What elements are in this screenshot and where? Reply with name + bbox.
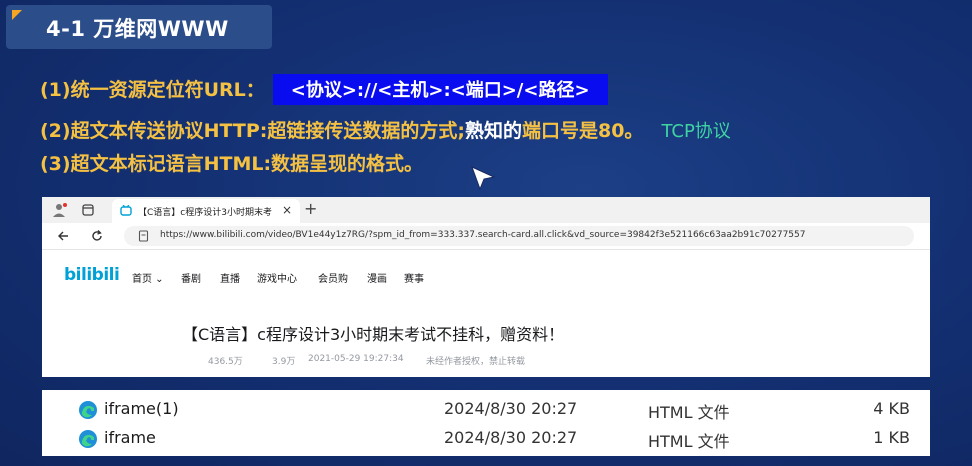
tab-active[interactable]: 【C语言】c程序设计3小时期末考 × xyxy=(112,199,300,223)
file-date: 2024/8/30 20:27 xyxy=(444,399,578,418)
line-http-part1: (2)超文本传送协议HTTP:超链接传送数据的方式; xyxy=(40,120,465,142)
slide-title: 4-1 万维网WWW xyxy=(46,17,229,41)
file-date: 2024/8/30 20:27 xyxy=(444,428,578,447)
tab-actions-icon[interactable] xyxy=(82,204,94,216)
title-corner-mark xyxy=(12,10,22,20)
file-name: iframe(1) xyxy=(104,399,179,418)
publish-date: 2021-05-29 19:27:34 xyxy=(308,354,404,364)
edge-browser-icon xyxy=(79,430,97,448)
line-url-prefix: (1)统一资源定位符URL： xyxy=(40,79,265,101)
url-format-box: <协议>://<主机>:<端口>/<路径> xyxy=(272,74,608,105)
page-info-icon[interactable] xyxy=(138,230,149,242)
line-html: (3)超文本标记语言HTML:数据呈现的格式。 xyxy=(40,153,424,175)
tab-bar: 【C语言】c程序设计3小时期末考 × + xyxy=(42,197,930,223)
video-title: 【C语言】c程序设计3小时期末考试不挂科，赠资料！ xyxy=(182,325,565,344)
line-http-part2: 熟知的 xyxy=(464,120,522,142)
site-nav: bilibili 首页 ⌄ 番剧 直播 游戏中心 会员购 漫画 赛事 xyxy=(42,261,930,291)
tcp-note: TCP协议 xyxy=(661,121,731,142)
file-type: HTML 文件 xyxy=(648,403,730,422)
line-http-part3: 端口号是80。 xyxy=(521,120,644,142)
bilibili-logo[interactable]: bilibili xyxy=(64,265,120,285)
cursor-arrow-icon xyxy=(471,166,496,191)
tab-close-icon[interactable]: × xyxy=(282,203,292,217)
file-name: iframe xyxy=(104,428,156,447)
nav-esports[interactable]: 赛事 xyxy=(404,270,424,285)
line-http: (2)超文本传送协议HTTP:超链接传送数据的方式;熟知的端口号是80。 TCP协… xyxy=(40,116,731,143)
address-bar: https://www.bilibili.com/video/BV1e44y1z… xyxy=(42,223,930,250)
nav-game-center[interactable]: 游戏中心 xyxy=(257,270,297,285)
new-tab-button[interactable]: + xyxy=(304,199,317,218)
danmaku-count: 3.9万 xyxy=(272,357,296,367)
file-list: iframe(1) 2024/8/30 20:27 HTML 文件 4 KB i… xyxy=(42,390,930,456)
nav-home[interactable]: 首页 ⌄ xyxy=(132,270,164,285)
url-input[interactable]: https://www.bilibili.com/video/BV1e44y1z… xyxy=(124,226,914,246)
nav-anime[interactable]: 番剧 xyxy=(181,270,201,285)
refresh-icon[interactable] xyxy=(90,229,104,243)
copyright-notice: 未经作者授权，禁止转载 xyxy=(426,357,526,367)
file-size: 4 KB xyxy=(873,399,910,418)
file-type: HTML 文件 xyxy=(648,432,730,451)
tab-title: 【C语言】c程序设计3小时期末考 xyxy=(138,208,272,218)
nav-manga[interactable]: 漫画 xyxy=(367,270,387,285)
line-url: (1)统一资源定位符URL： <协议>://<主机>:<端口>/<路径> xyxy=(40,74,608,105)
file-size: 1 KB xyxy=(873,428,910,447)
nav-live[interactable]: 直播 xyxy=(220,270,240,285)
view-count: 436.5万 xyxy=(208,357,243,367)
url-text: https://www.bilibili.com/video/BV1e44y1z… xyxy=(160,230,806,240)
edge-browser-icon xyxy=(79,401,97,419)
back-arrow-icon[interactable] xyxy=(56,229,70,243)
browser-window: 【C语言】c程序设计3小时期末考 × + https://www.bilibil… xyxy=(42,197,930,377)
profile-icon[interactable] xyxy=(52,202,68,218)
bilibili-tv-icon xyxy=(120,205,132,216)
file-row[interactable]: iframe 2024/8/30 20:27 HTML 文件 1 KB xyxy=(42,423,930,453)
file-row[interactable]: iframe(1) 2024/8/30 20:27 HTML 文件 4 KB xyxy=(42,394,930,424)
nav-member-shop[interactable]: 会员购 xyxy=(318,270,348,285)
